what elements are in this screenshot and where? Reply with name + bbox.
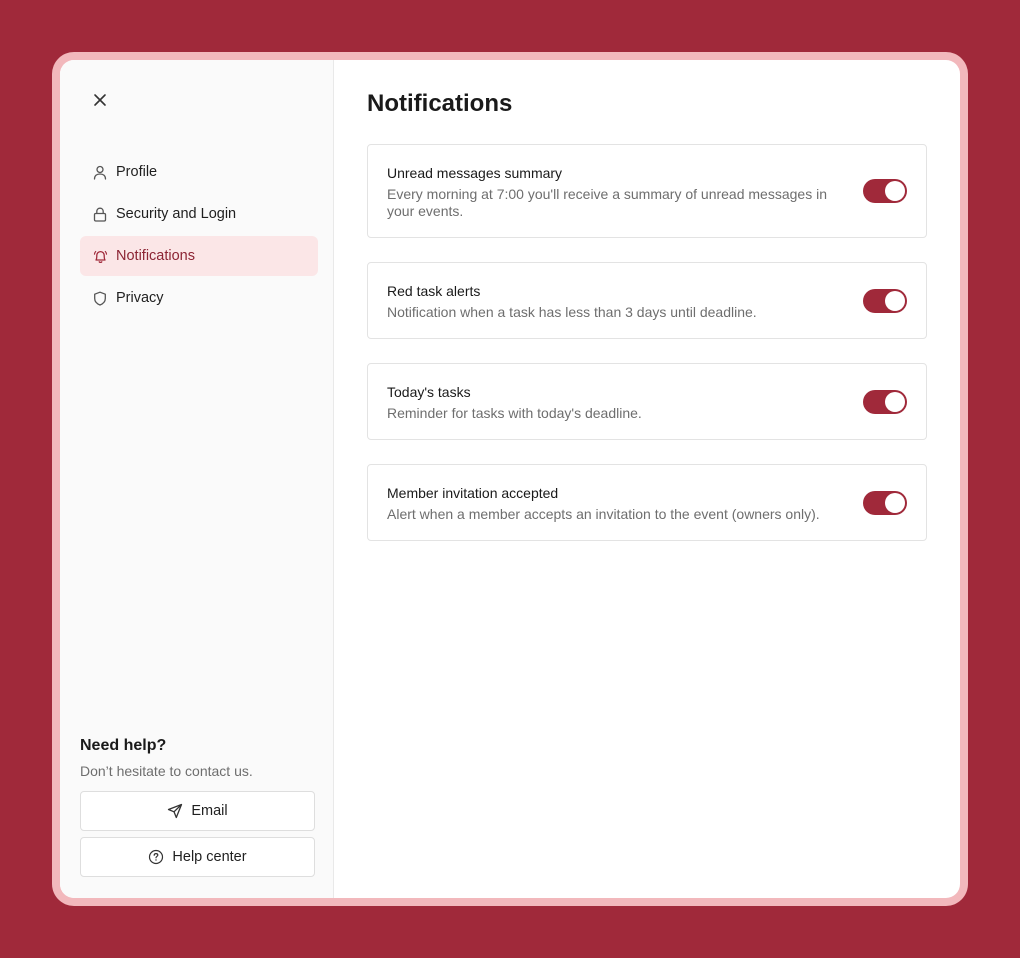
setting-text: Red task alerts Notification when a task… bbox=[387, 282, 857, 321]
modal-frame: Profile Security and Login Notifications… bbox=[52, 52, 968, 906]
page-title: Notifications bbox=[367, 90, 513, 117]
help-subtitle: Don’t hesitate to contact us. bbox=[80, 763, 253, 779]
unread-summary-toggle[interactable] bbox=[863, 179, 907, 203]
send-icon bbox=[167, 803, 183, 819]
shield-icon bbox=[92, 290, 108, 306]
setting-card-unread-summary: Unread messages summary Every morning at… bbox=[367, 144, 927, 238]
close-button[interactable] bbox=[89, 89, 111, 111]
toggle-knob bbox=[885, 181, 905, 201]
setting-title: Member invitation accepted bbox=[387, 485, 559, 501]
setting-text: Unread messages summary Every morning at… bbox=[387, 164, 857, 220]
help-section: Need help? Don’t hesitate to contact us.… bbox=[80, 737, 315, 883]
todays-tasks-toggle[interactable] bbox=[863, 389, 907, 414]
nav-item-label: Privacy bbox=[116, 290, 164, 306]
nav-item-notifications[interactable]: Notifications bbox=[80, 236, 318, 276]
setting-title: Unread messages summary bbox=[387, 165, 563, 181]
nav-item-security[interactable]: Security and Login bbox=[80, 194, 318, 234]
nav-item-privacy[interactable]: Privacy bbox=[80, 278, 318, 318]
lock-icon bbox=[92, 206, 108, 222]
nav-item-label: Profile bbox=[116, 164, 158, 180]
setting-text: Member invitation accepted Alert when a … bbox=[387, 484, 857, 523]
help-title: Need help? bbox=[80, 737, 167, 754]
nav-item-profile[interactable]: Profile bbox=[80, 152, 318, 192]
setting-title: Red task alerts bbox=[387, 283, 481, 299]
help-center-button[interactable]: Help center bbox=[80, 837, 315, 877]
setting-description: Reminder for tasks with today's deadline… bbox=[387, 405, 642, 421]
setting-description: Every morning at 7:00 you'll receive a s… bbox=[387, 186, 827, 219]
setting-card-member-invitation: Member invitation accepted Alert when a … bbox=[367, 464, 927, 541]
nav-item-label: Security and Login bbox=[116, 206, 237, 222]
help-center-button-label: Help center bbox=[172, 849, 247, 865]
close-icon bbox=[94, 94, 106, 106]
settings-nav: Profile Security and Login Notifications… bbox=[80, 152, 318, 320]
toggle-knob bbox=[885, 391, 905, 412]
setting-card-red-task-alerts: Red task alerts Notification when a task… bbox=[367, 262, 927, 339]
setting-card-todays-tasks: Today's tasks Reminder for tasks with to… bbox=[367, 363, 927, 440]
setting-description: Notification when a task has less than 3… bbox=[387, 304, 757, 320]
user-icon bbox=[92, 164, 108, 180]
bell-icon bbox=[92, 248, 108, 264]
email-button[interactable]: Email bbox=[80, 791, 315, 831]
sidebar: Profile Security and Login Notifications… bbox=[60, 60, 334, 898]
help-circle-icon bbox=[148, 849, 164, 865]
setting-title: Today's tasks bbox=[387, 384, 471, 400]
toggle-knob bbox=[885, 290, 905, 311]
main-content: Notifications Unread messages summary Ev… bbox=[334, 60, 960, 898]
member-invitation-toggle[interactable] bbox=[863, 490, 907, 515]
setting-description: Alert when a member accepts an invitatio… bbox=[387, 506, 820, 522]
toggle-knob bbox=[885, 492, 905, 513]
red-task-alerts-toggle[interactable] bbox=[863, 288, 907, 313]
email-button-label: Email bbox=[191, 803, 228, 819]
nav-item-label: Notifications bbox=[116, 248, 195, 264]
settings-window: Profile Security and Login Notifications… bbox=[60, 60, 960, 898]
setting-text: Today's tasks Reminder for tasks with to… bbox=[387, 383, 857, 422]
